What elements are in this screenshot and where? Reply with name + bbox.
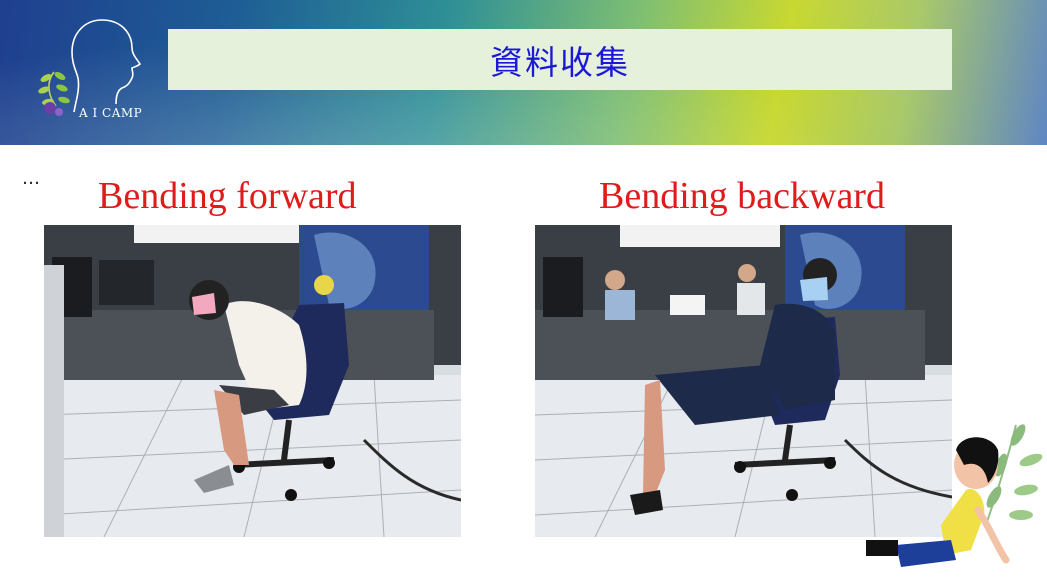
caption-bending-forward: Bending forward [98,175,357,217]
logo-text: A I CAMP [79,106,143,120]
ellipsis-mark: … [22,168,40,189]
header-banner: A I CAMP 資料收集 [0,0,1047,145]
page-title: 資料收集 [490,42,630,82]
mascot-child-icon [866,424,1043,567]
title-box: 資料收集 [168,29,952,90]
photo-bending-forward [44,225,461,537]
caption-bending-backward: Bending backward [599,175,885,217]
